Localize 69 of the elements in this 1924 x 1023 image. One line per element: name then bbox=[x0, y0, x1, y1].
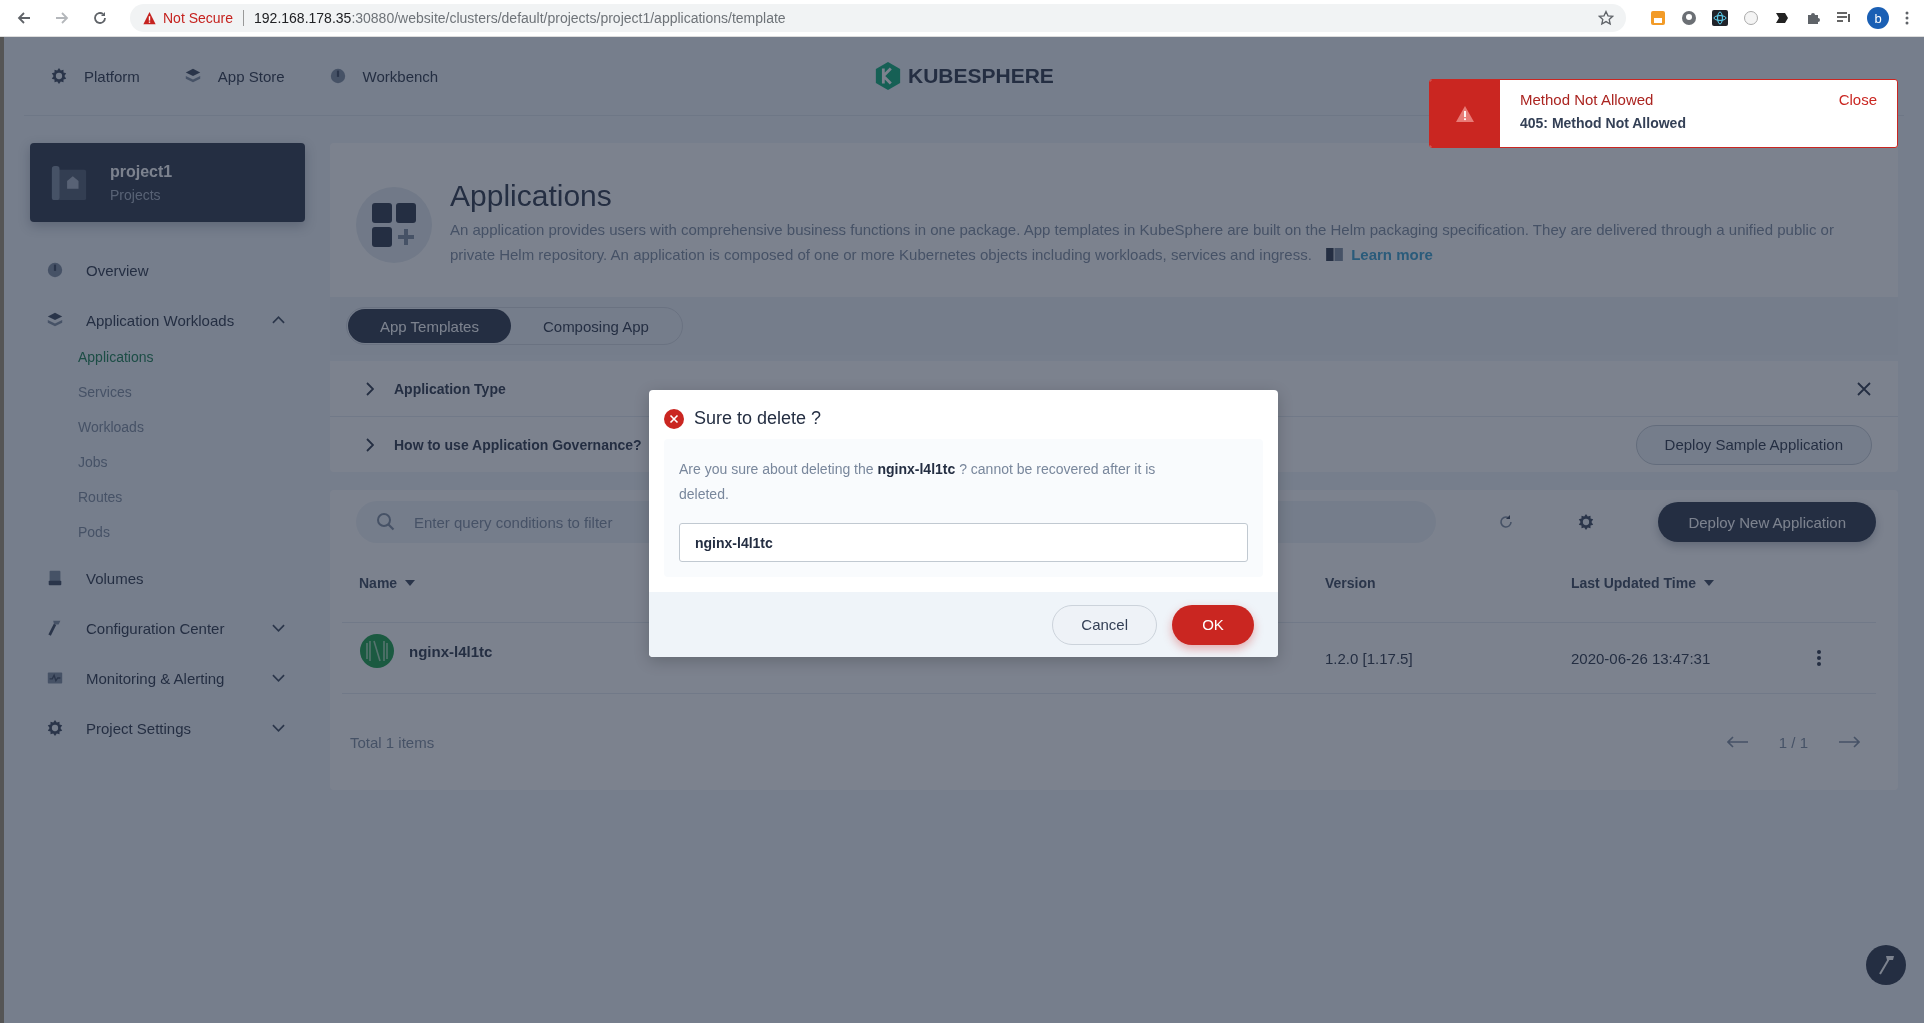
project-icon bbox=[50, 163, 88, 202]
settings-icon bbox=[1577, 513, 1595, 531]
back-icon[interactable] bbox=[16, 10, 32, 26]
more-icon[interactable] bbox=[1816, 649, 1822, 667]
extension-icon[interactable] bbox=[1774, 10, 1790, 26]
next-icon[interactable] bbox=[1838, 736, 1860, 748]
collapsible-section[interactable]: How to use Application Governance? bbox=[366, 436, 642, 453]
sidebar-item[interactable]: Project Settings bbox=[30, 703, 305, 753]
logo-text: KUBESPHERE bbox=[908, 64, 1054, 88]
table-cell: 2020-06-26 13:47:31 bbox=[1571, 649, 1711, 667]
layers-icon bbox=[183, 67, 202, 85]
column-header[interactable]: Name bbox=[359, 575, 398, 591]
sidebar-item[interactable]: Overview bbox=[30, 245, 305, 295]
atom-icon[interactable] bbox=[1712, 10, 1728, 26]
nav-link[interactable]: Platform bbox=[50, 67, 140, 85]
confirm-input-field[interactable]: nginx-l4l1tc bbox=[679, 523, 1248, 562]
collapsible-section[interactable]: Application Type bbox=[366, 380, 506, 397]
hammer-button[interactable] bbox=[1866, 945, 1906, 985]
sort-caret-icon[interactable] bbox=[405, 580, 416, 586]
deploy-sample-button[interactable]: Deploy Sample Application bbox=[1635, 424, 1872, 465]
learn-more-link[interactable]: Learn more bbox=[1351, 246, 1433, 263]
address-bar[interactable]: Not Secure 192.168.178.35:30880/website/clusters/default/projects/project1/applications/template bbox=[130, 4, 1626, 32]
page-title: Applications bbox=[450, 179, 613, 213]
nav-link[interactable]: App Store bbox=[183, 67, 285, 85]
reload-icon[interactable] bbox=[92, 10, 108, 26]
star-icon[interactable] bbox=[1598, 10, 1614, 26]
app-name[interactable]: nginx-l4l1tc bbox=[409, 642, 493, 660]
sidebar-item[interactable]: Monitoring & Alerting bbox=[30, 653, 305, 703]
refresh-icon[interactable] bbox=[1498, 514, 1514, 530]
sort-caret-icon[interactable] bbox=[1704, 580, 1714, 586]
close-link[interactable]: Close bbox=[1818, 80, 1897, 147]
deploy-new-button[interactable]: Deploy New Application bbox=[1658, 502, 1876, 542]
nav-link[interactable]: Workbench bbox=[328, 67, 439, 85]
logo-icon bbox=[874, 61, 902, 91]
dialog-title: Sure to delete ? bbox=[694, 408, 822, 429]
url-text: 192.168.178.35:30880/website/clusters/default/projects/project1/applications/template bbox=[254, 10, 786, 26]
profile-avatar[interactable]: b bbox=[1867, 7, 1889, 29]
tab[interactable]: App Templates bbox=[348, 309, 511, 343]
table-cell: 1.2.0 [1.17.5] bbox=[1325, 649, 1413, 667]
layers-icon bbox=[46, 311, 64, 329]
apps-icon bbox=[356, 187, 432, 263]
sidebar-item[interactable]: Volumes bbox=[30, 553, 305, 603]
dialog-message: Are you sure about deleting the nginx-l4l1tc ? cannot be recovered after it is deleted. bbox=[679, 460, 1157, 504]
ok-button[interactable]: OK bbox=[1172, 604, 1254, 645]
cancel-button[interactable]: Cancel bbox=[1052, 604, 1157, 645]
previous-icon[interactable] bbox=[1726, 736, 1749, 748]
menu-icon[interactable] bbox=[1904, 10, 1910, 26]
gauge-icon bbox=[46, 261, 64, 279]
sidebar-item[interactable]: Configuration Center bbox=[30, 603, 305, 653]
column-header[interactable]: Last Updated Time bbox=[1571, 575, 1696, 591]
search-icon bbox=[376, 512, 396, 532]
nginx-logo-icon bbox=[359, 633, 395, 669]
settings-icon bbox=[46, 719, 64, 737]
disk-icon bbox=[46, 569, 64, 587]
book-icon bbox=[1326, 248, 1343, 261]
settings-icon bbox=[50, 67, 68, 85]
warning-icon bbox=[142, 11, 157, 25]
warning-icon bbox=[1455, 104, 1475, 123]
notification-message: 405: Method Not Allowed bbox=[1520, 115, 1687, 131]
forward-icon[interactable] bbox=[54, 10, 70, 26]
security-label: Not Secure bbox=[163, 10, 234, 26]
tab[interactable]: Composing App bbox=[510, 309, 681, 343]
puzzle-icon[interactable] bbox=[1805, 10, 1821, 26]
error-icon bbox=[664, 408, 684, 429]
gauge-icon bbox=[328, 67, 347, 85]
column-header: Version bbox=[1325, 575, 1376, 591]
project-name: project1 bbox=[110, 162, 173, 181]
notification-title: Method Not Allowed bbox=[1520, 91, 1655, 108]
close-icon[interactable] bbox=[1856, 380, 1872, 397]
